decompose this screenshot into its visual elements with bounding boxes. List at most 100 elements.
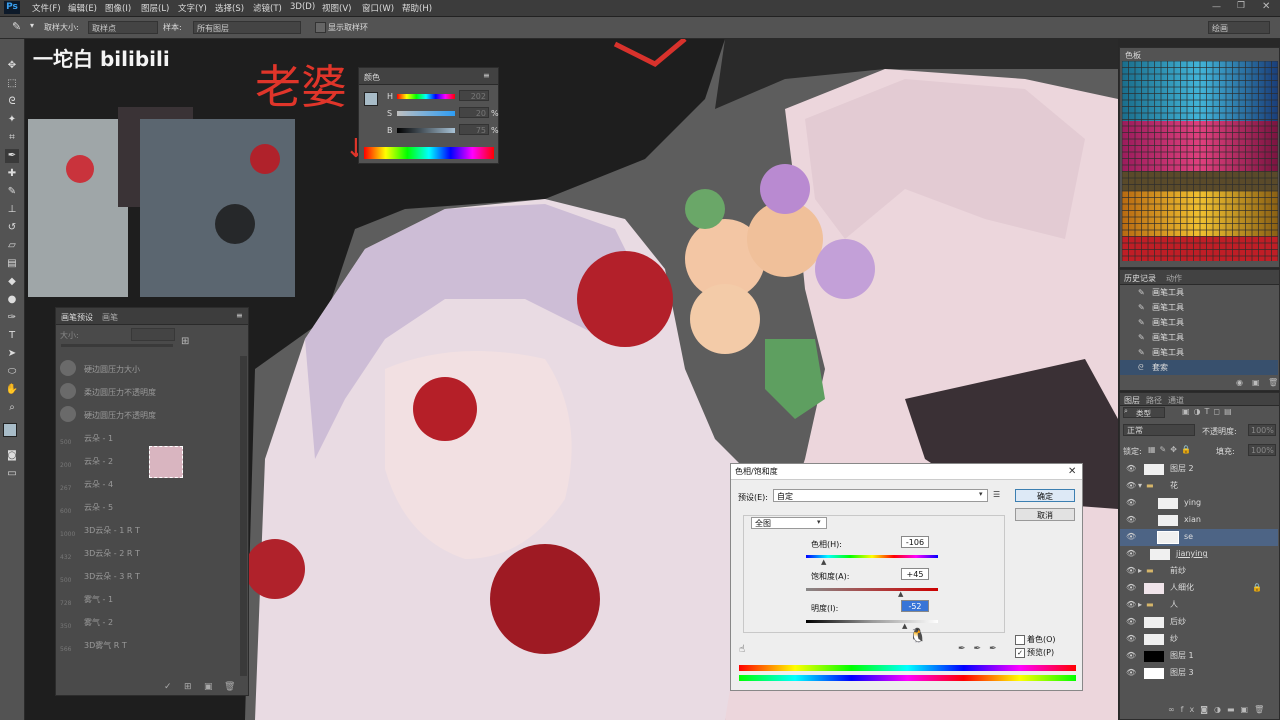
opacity-input[interactable]: 100% — [1248, 424, 1276, 436]
brush-preset-item[interactable]: 云朵 - 4 — [84, 479, 113, 490]
layer-filter-icons[interactable]: ▣◑T◻▤ — [1182, 407, 1236, 416]
color-panel-title[interactable]: 颜色 — [364, 72, 380, 83]
close-icon[interactable]: ✕ — [1262, 1, 1270, 12]
snapshot-icon[interactable]: ◉ — [1236, 378, 1243, 387]
history-item[interactable]: ✎ 画笔工具 — [1120, 330, 1278, 345]
layer-row[interactable]: 👁 后纱 — [1120, 614, 1278, 631]
menu-select[interactable]: 选择(S) — [215, 2, 244, 14]
tab-actions[interactable]: 动作 — [1166, 273, 1182, 284]
eraser-tool-icon[interactable]: ▱ — [5, 239, 19, 253]
tab-swatches[interactable]: 色板 — [1125, 50, 1141, 61]
workspace-select[interactable]: 绘画 — [1208, 21, 1270, 34]
hue-slider-thumb[interactable]: ▲ — [821, 558, 826, 566]
brightness-input[interactable]: 75 — [459, 124, 489, 135]
menu-window[interactable]: 窗口(W) — [362, 2, 394, 14]
brush-preset-item[interactable]: 云朵 - 5 — [84, 502, 113, 513]
lightness-input[interactable]: -52 — [901, 600, 929, 612]
history-item[interactable]: ✎ 画笔工具 — [1120, 300, 1278, 315]
layer-row[interactable]: 👁 人细化 🔒 — [1120, 580, 1278, 597]
menu-edit[interactable]: 编辑(E) — [68, 2, 97, 14]
cancel-button[interactable]: 取消 — [1015, 508, 1075, 521]
brush-preset-item[interactable]: 硬边圆压力不透明度 — [84, 410, 156, 421]
eyedropper-tool-icon[interactable]: ✎ — [12, 20, 21, 33]
menu-filter[interactable]: 滤镜(T) — [253, 2, 282, 14]
toggle-brush-panel-icon[interactable]: ✓ — [164, 682, 172, 692]
lightness-slider[interactable] — [806, 620, 938, 623]
brush-preset-item[interactable]: 3D雾气 R T — [84, 640, 127, 651]
eyedropper-icons[interactable]: ✒✒✒ — [958, 644, 1005, 654]
panel-menu-icon[interactable]: ≡ — [236, 311, 243, 320]
history-item[interactable]: ✎ 画笔工具 — [1120, 345, 1278, 360]
marquee-tool-icon[interactable]: ⬚ — [5, 77, 19, 91]
hue-input[interactable]: 202 — [459, 90, 489, 101]
brush-preset-item[interactable]: 雾气 - 2 — [84, 617, 113, 628]
layer-row[interactable]: 👁 图层 3 — [1120, 665, 1278, 682]
saturation-slider-thumb[interactable]: ▲ — [898, 590, 903, 598]
dodge-tool-icon[interactable]: ● — [5, 293, 19, 307]
quick-mask-icon[interactable]: ◙ — [5, 449, 19, 463]
quick-select-tool-icon[interactable]: ✦ — [5, 113, 19, 127]
channel-select[interactable]: 全图 — [751, 517, 827, 529]
brush-preset-item[interactable]: 3D云朵 - 2 R T — [84, 548, 140, 559]
new-preset-icon[interactable]: ⊞ — [181, 336, 189, 347]
color-ramp[interactable] — [364, 147, 494, 159]
tab-brush-presets[interactable]: 画笔预设 — [61, 312, 93, 323]
brush-tool-icon[interactable]: ✎ — [5, 185, 19, 199]
brush-preset-item[interactable]: 柔边圆压力不透明度 — [84, 387, 156, 398]
brightness-slider[interactable] — [397, 128, 455, 133]
foreground-color-swatch[interactable] — [364, 92, 378, 106]
saturation-input[interactable]: +45 — [901, 568, 929, 580]
sample-size-select[interactable]: 取样点 — [88, 21, 158, 34]
tab-layers[interactable]: 图层 — [1124, 395, 1140, 406]
fill-input[interactable]: 100% — [1248, 444, 1276, 456]
saturation-input[interactable]: 20 — [459, 107, 489, 118]
preset-select[interactable]: 自定 — [773, 489, 988, 502]
shape-tool-icon[interactable]: ⬭ — [5, 365, 19, 379]
hue-input[interactable]: -106 — [901, 536, 929, 548]
close-icon[interactable]: ✕ — [1068, 466, 1076, 477]
eyedropper-tool-icon[interactable]: ✒ — [5, 149, 19, 163]
history-item[interactable]: ✎ 画笔工具 — [1120, 315, 1278, 330]
panel-menu-icon[interactable]: ≡ — [483, 71, 490, 80]
layer-row[interactable]: 👁 纱 — [1120, 631, 1278, 648]
move-tool-icon[interactable]: ✥ — [5, 59, 19, 73]
tab-brush[interactable]: 画笔 — [102, 312, 118, 323]
brush-preset-item[interactable]: 3D云朵 - 3 R T — [84, 571, 140, 582]
layer-row[interactable]: 👁 jianying — [1120, 546, 1278, 563]
menu-file[interactable]: 文件(F) — [32, 2, 61, 14]
layer-row[interactable]: 👁 xian — [1120, 512, 1278, 529]
saturation-slider[interactable] — [397, 111, 455, 116]
hue-slider[interactable] — [397, 94, 455, 99]
swatch-grid[interactable] — [1122, 61, 1278, 261]
menu-view[interactable]: 视图(V) — [322, 2, 351, 14]
type-tool-icon[interactable]: T — [5, 329, 19, 343]
menu-layer[interactable]: 图层(L) — [141, 2, 169, 14]
crop-tool-icon[interactable]: ⌗ — [5, 131, 19, 145]
history-item[interactable]: ✎ 画笔工具 — [1120, 285, 1278, 300]
lasso-tool-icon[interactable]: ᘓ — [5, 95, 19, 109]
brush-preset-item[interactable]: 3D云朵 - 1 R T — [84, 525, 140, 536]
history-brush-tool-icon[interactable]: ↺ — [5, 221, 19, 235]
minimize-icon[interactable]: — — [1212, 2, 1221, 12]
pen-tool-icon[interactable]: ✑ — [5, 311, 19, 325]
gradient-tool-icon[interactable]: ▤ — [5, 257, 19, 271]
layer-row[interactable]: 👁 图层 1 — [1120, 648, 1278, 665]
menu-type[interactable]: 文字(Y) — [178, 2, 207, 14]
layer-group-row[interactable]: 👁 ▾ ▬ 花 — [1120, 478, 1278, 495]
blend-mode-select[interactable]: 正常 — [1123, 424, 1195, 436]
colorize-checkbox[interactable] — [1015, 635, 1025, 645]
delete-icon[interactable]: 🗑 — [1268, 378, 1278, 387]
tab-paths[interactable]: 路径 — [1146, 395, 1162, 406]
targeted-adjust-hand-icon[interactable]: ☝ — [739, 644, 745, 655]
layer-row-selected[interactable]: 👁 se — [1120, 529, 1278, 546]
layer-row[interactable]: 👁 图层 2 — [1120, 461, 1278, 478]
layer-group-row[interactable]: 👁 ▸ ▬ 前纱 — [1120, 563, 1278, 580]
tab-channels[interactable]: 通道 — [1168, 395, 1184, 406]
delete-brush-icon[interactable]: 🗑 — [224, 682, 235, 692]
preview-checkbox[interactable]: ✓ — [1015, 648, 1025, 658]
path-select-tool-icon[interactable]: ➤ — [5, 347, 19, 361]
brush-preset-item[interactable]: 硬边圆压力大小 — [84, 364, 140, 375]
layer-actions-icons[interactable]: ∞fx◙◑▬▣🗑 — [1168, 705, 1270, 714]
brush-preset-item[interactable]: 云朵 - 2 — [84, 456, 113, 467]
stamp-tool-icon[interactable]: ⊥ — [5, 203, 19, 217]
